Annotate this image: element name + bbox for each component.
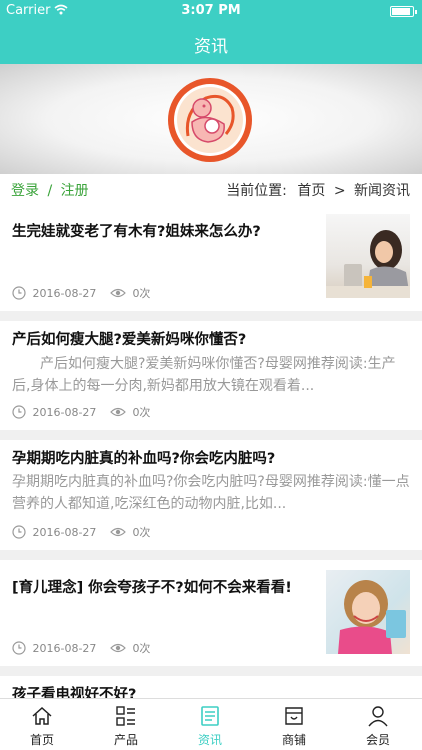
article-title: 孕期期吃内脏真的补血吗?你会吃内脏吗? <box>12 451 276 467</box>
article-excerpt: 产后如何瘦大腿?爱美新妈咪你懂否?母婴网推荐阅读:生产后,身体上的每一分肉,新妈… <box>12 356 396 394</box>
tab-shop[interactable]: 商铺 <box>252 699 336 750</box>
tab-label: 首页 <box>29 733 54 747</box>
status-bar: Carrier 3:07 PM <box>0 0 422 22</box>
breadcrumb-current: 新闻资讯 <box>354 183 410 199</box>
eye-icon <box>110 643 126 653</box>
article-thumbnail <box>326 570 410 654</box>
article-title: 孩子看电视好不好? <box>12 687 137 698</box>
article-views: 0次 <box>132 526 151 539</box>
page-title: 资讯 <box>194 37 228 57</box>
shop-icon <box>285 707 303 725</box>
eye-icon <box>110 527 126 537</box>
article-date: 2016-08-27 <box>32 286 97 300</box>
location-bar: 登录 / 注册 当前位置: 首页 > 新闻资讯 <box>0 174 422 206</box>
breadcrumb-prefix: 当前位置: <box>226 183 287 199</box>
tab-news[interactable]: 资讯 <box>168 699 252 750</box>
grid-list-icon <box>116 706 135 726</box>
breadcrumb-home[interactable]: 首页 <box>297 183 325 199</box>
mother-baby-logo-icon <box>168 78 252 162</box>
status-time: 3:07 PM <box>181 3 241 18</box>
clock-icon <box>12 525 26 539</box>
auth-separator: / <box>47 183 53 199</box>
article-thumbnail <box>326 214 410 298</box>
clock-icon <box>12 405 26 419</box>
article-title: 生完娃就变老了有木有?姐妹来怎么办? <box>12 224 261 240</box>
clock-icon <box>12 286 26 300</box>
user-icon <box>368 706 388 727</box>
article-list: 生完娃就变老了有木有?姐妹来怎么办? 2016-08-27 0次 产后如何瘦大腿… <box>0 206 422 698</box>
tab-products[interactable]: 产品 <box>84 699 168 750</box>
battery-icon <box>390 6 417 17</box>
eye-icon <box>110 407 126 417</box>
article-excerpt: 孕期期吃内脏真的补血吗?你会吃内脏吗?母婴网推荐阅读:懂一点营养的人都知道,吃深… <box>12 474 410 512</box>
article-meta: 2016-08-27 0次 <box>12 640 150 656</box>
article-date: 2016-08-27 <box>32 405 97 419</box>
news-icon <box>201 706 219 726</box>
eye-icon <box>110 288 126 298</box>
tab-label: 资讯 <box>197 733 222 747</box>
article-meta: 2016-08-27 0次 <box>12 404 150 420</box>
article-card[interactable]: 孩子看电视好不好? <box>0 676 422 698</box>
article-date: 2016-08-27 <box>32 525 97 539</box>
tab-label: 会员 <box>365 733 390 747</box>
auth-links: 登录 / 注册 <box>11 180 89 200</box>
article-title: [育儿理念] 你会夸孩子不?如何不会来看看! <box>12 580 292 596</box>
tab-bar: 首页 产品 资讯 商铺 会员 <box>0 698 422 750</box>
register-link[interactable]: 注册 <box>61 183 89 199</box>
article-card[interactable]: 孕期期吃内脏真的补血吗?你会吃内脏吗? 孕期期吃内脏真的补血吗?你会吃内脏吗?母… <box>0 440 422 550</box>
article-card[interactable]: 生完娃就变老了有木有?姐妹来怎么办? 2016-08-27 0次 <box>0 206 422 311</box>
article-title: 产后如何瘦大腿?爱美新妈咪你懂否? <box>12 332 247 348</box>
article-card[interactable]: 产后如何瘦大腿?爱美新妈咪你懂否? 产后如何瘦大腿?爱美新妈咪你懂否?母婴网推荐… <box>0 321 422 430</box>
tab-label: 商铺 <box>281 733 306 747</box>
article-meta: 2016-08-27 0次 <box>12 285 150 301</box>
tab-member[interactable]: 会员 <box>336 699 420 750</box>
article-card[interactable]: [育儿理念] 你会夸孩子不?如何不会来看看! 2016-08-27 0次 <box>0 560 422 666</box>
tab-label: 产品 <box>113 733 138 747</box>
breadcrumb: 当前位置: 首页 > 新闻资讯 <box>226 180 410 200</box>
article-date: 2016-08-27 <box>32 641 97 655</box>
banner[interactable] <box>0 64 422 174</box>
breadcrumb-separator: > <box>333 183 346 199</box>
article-views: 0次 <box>132 406 151 419</box>
login-link[interactable]: 登录 <box>11 183 39 199</box>
article-views: 0次 <box>132 642 151 655</box>
tab-home[interactable]: 首页 <box>0 699 84 750</box>
clock-icon <box>12 641 26 655</box>
nav-bar: 资讯 <box>0 22 422 64</box>
article-views: 0次 <box>132 287 151 300</box>
home-icon <box>32 706 52 725</box>
article-meta: 2016-08-27 0次 <box>12 524 150 540</box>
